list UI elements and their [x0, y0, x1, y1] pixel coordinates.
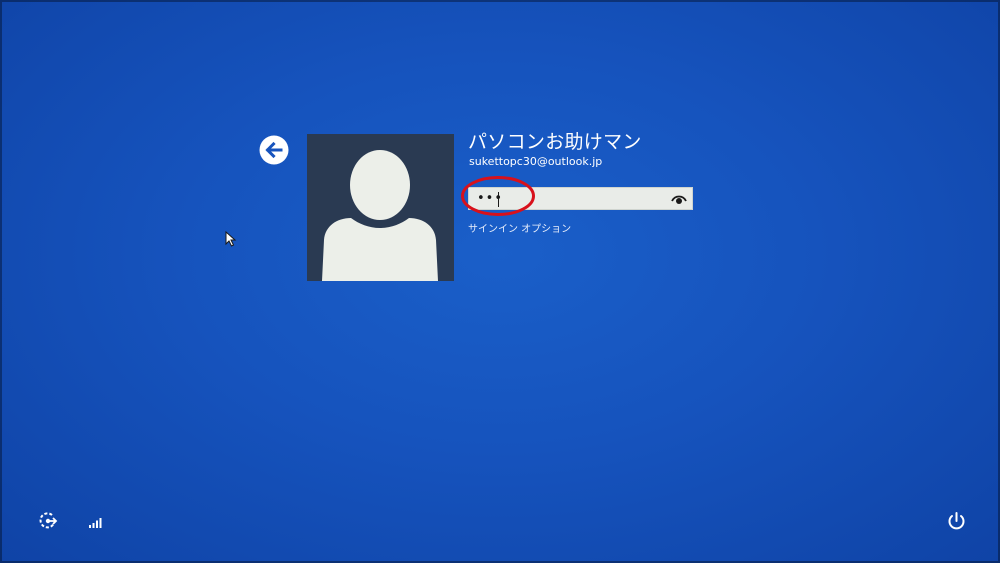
default-user-silhouette-icon — [322, 150, 438, 281]
password-field[interactable]: ••• — [468, 187, 693, 210]
password-reveal-button[interactable] — [670, 191, 688, 207]
network-button[interactable] — [88, 514, 104, 528]
power-button[interactable] — [947, 511, 966, 531]
user-avatar — [307, 134, 454, 281]
user-display-name: パソコンお助けマン — [468, 131, 642, 153]
mouse-pointer-icon — [225, 231, 237, 247]
ease-of-access-button[interactable] — [38, 511, 58, 531]
ease-of-access-icon — [39, 512, 58, 529]
power-icon — [948, 512, 965, 530]
user-email: sukettopc30@outlook.jp — [469, 155, 603, 168]
screen-frame — [0, 0, 1000, 563]
back-button[interactable] — [258, 134, 290, 166]
back-arrow-icon — [259, 135, 289, 165]
signin-options-link[interactable]: サインイン オプション — [468, 223, 571, 236]
eye-icon — [671, 195, 687, 204]
network-signal-icon — [89, 518, 102, 528]
password-masked-value: ••• — [477, 191, 504, 206]
text-caret — [498, 192, 499, 207]
